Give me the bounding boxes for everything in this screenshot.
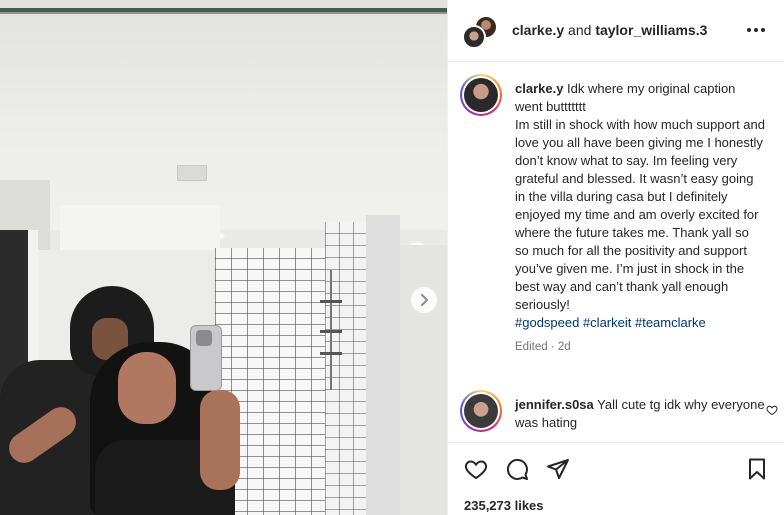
post-side-panel: clarke.y and taylor_williams.3 clarke.y …	[447, 0, 784, 515]
avatar[interactable]	[462, 25, 486, 49]
comment-text: jennifer.s0sa Yall cute tg idk why every…	[515, 396, 765, 432]
photo-pillar	[366, 215, 400, 515]
header-collaborator-username[interactable]: taylor_williams.3	[595, 22, 707, 38]
photo-ceiling-vent	[177, 165, 207, 181]
send-icon[interactable]	[546, 457, 570, 481]
comment-avatar-ring[interactable]	[460, 390, 502, 432]
caption-username[interactable]: clarke.y	[515, 81, 563, 96]
likes-count[interactable]: 235,273 likes	[464, 498, 544, 513]
photo-shower-shelf	[320, 330, 342, 333]
photo-shower-shelf	[320, 300, 342, 303]
chevron-right-icon	[421, 294, 428, 306]
comments-scroll-area[interactable]: clarke.y Idk where my original caption w…	[448, 62, 784, 442]
photo-person-woman-face	[118, 352, 176, 424]
header-owner-username[interactable]: clarke.y	[512, 22, 564, 38]
photo-pipe-shadow	[0, 12, 447, 14]
caption-meta: Edited · 2d	[515, 341, 571, 353]
photo-soffit	[60, 205, 220, 253]
avatar	[464, 394, 498, 428]
photo-phone-camera	[196, 330, 212, 346]
post-header-title: clarke.y and taylor_williams.3	[512, 22, 707, 38]
bookmark-icon[interactable]	[745, 457, 769, 481]
comment-username[interactable]: jennifer.s0sa	[515, 397, 594, 412]
caption-text: clarke.y Idk where my original caption w…	[515, 80, 765, 356]
photo-shower-shelf	[320, 352, 342, 355]
next-photo-button[interactable]	[411, 287, 437, 313]
post-actions: 235,273 likes	[448, 442, 784, 515]
caption-body: Im still in shock with how much support …	[515, 117, 765, 312]
collab-avatars[interactable]	[462, 15, 498, 51]
more-options-icon	[747, 28, 765, 32]
heart-icon[interactable]	[464, 457, 488, 481]
photo-person-arm	[200, 390, 240, 490]
photo-right-room	[400, 245, 447, 515]
post-photo[interactable]	[0, 0, 447, 515]
avatar	[464, 78, 498, 112]
comment-like-icon[interactable]	[766, 404, 778, 416]
post-header: clarke.y and taylor_williams.3	[448, 0, 784, 62]
more-options-button[interactable]	[744, 20, 768, 40]
header-joiner: and	[564, 22, 596, 38]
caption-avatar-ring[interactable]	[460, 74, 502, 116]
photo-ceiling	[0, 0, 447, 230]
caption-hashtags[interactable]: #godspeed #clarkeit #teamclarke	[515, 315, 706, 330]
comment-icon[interactable]	[505, 457, 529, 481]
